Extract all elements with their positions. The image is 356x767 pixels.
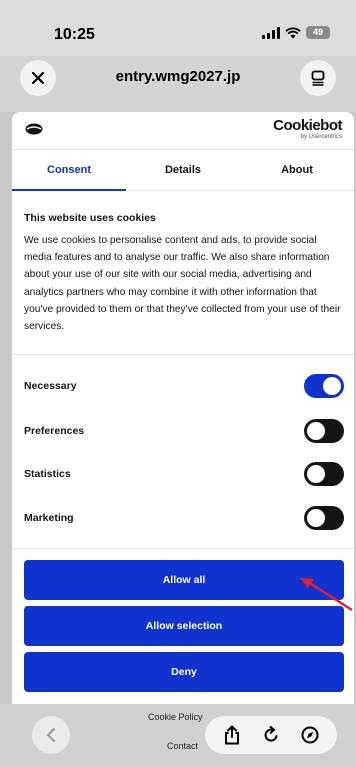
toggle-row-preferences: Preferences <box>24 419 344 443</box>
reload-icon <box>264 726 278 742</box>
status-icons: 49 <box>262 26 330 39</box>
back-button[interactable] <box>32 716 70 754</box>
preferences-toggle[interactable] <box>304 419 344 443</box>
cookie-dialog: Cookiebot by Usercentrics Consent Detail… <box>12 112 354 704</box>
tab-about[interactable]: About <box>240 150 354 190</box>
tab-consent[interactable]: Consent <box>12 150 126 191</box>
browser-bar: entry.wmg2027.jp <box>0 56 356 112</box>
toggle-label-preferences: Preferences <box>24 425 85 437</box>
necessary-toggle[interactable] <box>304 374 344 398</box>
share-icon <box>225 725 240 745</box>
browser-tools <box>205 716 337 754</box>
divider <box>12 354 354 355</box>
cookiebot-logo: Cookiebot by Usercentrics <box>273 118 342 140</box>
compass-icon <box>301 726 319 744</box>
consent-body: We use cookies to personalise content an… <box>24 235 341 333</box>
share-button[interactable] <box>218 721 246 749</box>
brand-sub: by Usercentrics <box>300 134 342 140</box>
tab-bar: Consent Details About <box>12 150 354 191</box>
compass-button[interactable] <box>296 721 324 749</box>
toggle-row-statistics: Statistics <box>24 462 344 486</box>
wifi-icon <box>285 26 301 38</box>
brand-name: Cookiebot <box>273 117 342 134</box>
annotation-arrow-icon <box>300 578 353 612</box>
signal-icon <box>262 26 280 39</box>
status-bar: 10:25 49 <box>0 0 356 56</box>
toggle-label-marketing: Marketing <box>24 512 74 524</box>
statistics-toggle[interactable] <box>304 462 344 486</box>
toggle-row-marketing: Marketing <box>24 506 344 530</box>
divider <box>12 548 354 549</box>
deny-button[interactable]: Deny <box>24 652 344 692</box>
marketing-toggle[interactable] <box>304 506 344 530</box>
toggle-label-necessary: Necessary <box>24 380 77 392</box>
dialog-header: Cookiebot by Usercentrics <box>12 112 354 150</box>
consent-content: This website uses cookies We use cookies… <box>24 212 342 335</box>
toggle-label-statistics: Statistics <box>24 468 71 480</box>
site-logo-icon <box>25 123 43 135</box>
tab-details[interactable]: Details <box>126 150 240 190</box>
consent-heading: This website uses cookies <box>24 212 156 224</box>
reload-button[interactable] <box>257 721 285 749</box>
browser-menu-button[interactable] <box>300 60 336 96</box>
contact-link[interactable]: Contact <box>167 741 198 751</box>
chevron-left-icon <box>46 728 55 742</box>
status-time: 10:25 <box>54 26 95 43</box>
battery-icon: 49 <box>306 26 330 39</box>
reader-menu-icon <box>311 70 325 86</box>
toggle-row-necessary: Necessary <box>24 374 344 398</box>
cookie-policy-link[interactable]: Cookie Policy <box>148 712 203 722</box>
